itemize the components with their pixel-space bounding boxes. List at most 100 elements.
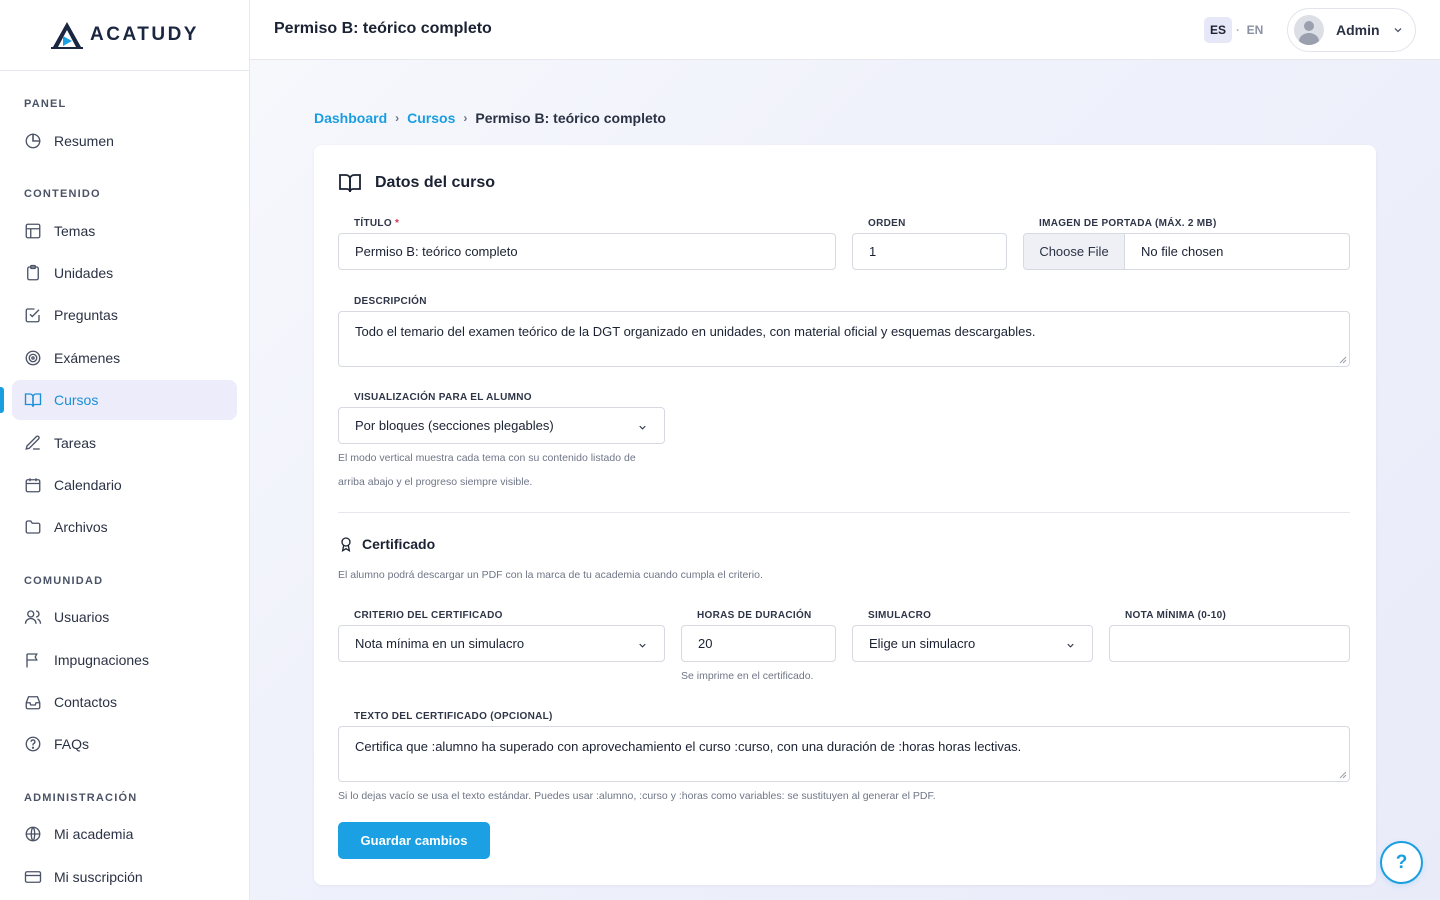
visualizacion-help-line2: arriba abajo y el progreso siempre visib… <box>338 476 533 488</box>
main-content: Dashboard › Cursos › Permiso B: teórico … <box>250 60 1440 900</box>
titulo-label-text: TÍTULO <box>354 218 392 229</box>
simulacro-label: SIMULACRO <box>868 610 932 621</box>
sidebar-item-preguntas[interactable]: Preguntas <box>12 295 237 335</box>
sidebar-item-usuarios[interactable]: Usuarios <box>12 597 237 637</box>
lang-separator: · <box>1236 23 1240 37</box>
page-title: Permiso B: teórico completo <box>274 20 492 37</box>
breadcrumb: Dashboard › Cursos › Permiso B: teórico … <box>314 110 666 126</box>
lang-es-button[interactable]: ES <box>1204 17 1232 43</box>
brand-logo[interactable]: ACATUDY <box>0 0 249 71</box>
orden-value: 1 <box>869 244 877 259</box>
titulo-label: TÍTULO * <box>354 218 399 229</box>
card-title: Datos del curso <box>375 174 496 191</box>
sidebar-item-tareas[interactable]: Tareas <box>12 423 237 463</box>
breadcrumb-dashboard-link[interactable]: Dashboard <box>314 110 387 126</box>
sidebar-item-label: Usuarios <box>54 609 110 625</box>
topbar: Permiso B: teórico completo ES · EN Admi… <box>250 0 1440 60</box>
acatudy-logo-icon <box>51 22 83 49</box>
simulacro-select[interactable]: Elige un simulacro <box>852 625 1093 662</box>
orden-label: ORDEN <box>868 218 906 229</box>
breadcrumb-separator: › <box>463 111 468 125</box>
certificado-description: El alumno podrá descargar un PDF con la … <box>338 569 763 581</box>
texto-certificado-value: Certifica que :alumno ha superado con ap… <box>355 739 1022 754</box>
sidebar-item-mi-suscripcion[interactable]: Mi suscripción <box>12 857 237 897</box>
sidebar-item-faqs[interactable]: FAQs <box>12 724 237 764</box>
clipboard-icon <box>27 264 39 281</box>
nota-input[interactable] <box>1109 625 1350 662</box>
horas-help: Se imprime en el certificado. <box>681 670 814 682</box>
choose-file-button[interactable]: Choose File <box>1024 234 1125 269</box>
visualizacion-label: VISUALIZACIÓN PARA EL ALUMNO <box>354 392 532 403</box>
checkbox-icon <box>25 308 40 323</box>
sidebar-item-archivos[interactable]: Archivos <box>12 507 237 547</box>
save-button[interactable]: Guardar cambios <box>338 822 490 859</box>
descripcion-value: Todo el temario del examen teórico de la… <box>355 324 1036 339</box>
chevron-down-icon <box>639 425 646 430</box>
help-button[interactable]: ? <box>1380 841 1423 884</box>
orden-input[interactable]: 1 <box>852 233 1007 270</box>
sidebar-item-label: FAQs <box>54 736 90 752</box>
sidebar-item-examenes[interactable]: Exámenes <box>12 338 237 378</box>
open-book-icon <box>24 393 42 407</box>
calendar-icon <box>25 478 41 493</box>
texto-certificado-textarea[interactable]: Certifica que :alumno ha superado con ap… <box>338 726 1350 782</box>
folder-icon <box>25 520 41 534</box>
globe-icon <box>25 826 41 842</box>
nav-section-comunidad: COMUNIDAD <box>24 575 104 587</box>
descripcion-label: DESCRIPCIÓN <box>354 296 427 307</box>
nota-label: NOTA MÍNIMA (0-10) <box>1125 610 1227 621</box>
sidebar-item-unidades[interactable]: Unidades <box>12 253 237 293</box>
sidebar-item-calendario[interactable]: Calendario <box>12 465 237 505</box>
visualizacion-select[interactable]: Por bloques (secciones plegables) <box>338 407 665 444</box>
sidebar-item-label: Unidades <box>54 265 114 281</box>
breadcrumb-current: Permiso B: teórico completo <box>475 110 666 126</box>
sidebar-item-label: Preguntas <box>54 307 118 323</box>
visualizacion-value: Por bloques (secciones plegables) <box>355 418 554 433</box>
horas-input[interactable]: 20 <box>681 625 836 662</box>
card-header: Datos del curso <box>338 171 495 195</box>
sidebar-item-label: Calendario <box>54 477 122 493</box>
sidebar-item-cursos[interactable]: Cursos <box>12 380 237 420</box>
sidebar-item-label: Resumen <box>54 133 114 149</box>
sidebar-item-impugnaciones[interactable]: Impugnaciones <box>12 640 237 680</box>
sidebar-item-mi-academia[interactable]: Mi academia <box>12 814 237 854</box>
course-form-card: Datos del curso TÍTULO * Permiso B: teór… <box>314 145 1376 885</box>
texto-certificado-label: TEXTO DEL CERTIFICADO (OPCIONAL) <box>354 711 553 722</box>
required-mark: * <box>395 218 400 229</box>
chevron-down-icon <box>1394 28 1402 33</box>
lang-en-button[interactable]: EN <box>1244 17 1266 43</box>
flag-icon <box>26 653 38 668</box>
sidebar-item-label: Contactos <box>54 694 118 710</box>
users-icon <box>24 610 42 624</box>
target-icon <box>25 350 41 366</box>
certificado-title: Certificado <box>362 536 436 552</box>
sidebar-item-label: Archivos <box>54 519 108 535</box>
file-status: No file chosen <box>1141 244 1224 259</box>
breadcrumb-cursos-link[interactable]: Cursos <box>407 110 455 126</box>
user-name: Admin <box>1336 22 1380 38</box>
active-indicator <box>0 387 4 413</box>
sidebar-item-contactos[interactable]: Contactos <box>12 682 237 722</box>
sidebar-item-label: Impugnaciones <box>54 652 149 668</box>
pie-chart-icon <box>25 133 41 149</box>
resize-handle-icon[interactable] <box>1339 771 1347 779</box>
avatar <box>1294 15 1324 45</box>
titulo-input[interactable]: Permiso B: teórico completo <box>338 233 836 270</box>
user-menu-button[interactable]: Admin <box>1287 8 1416 52</box>
criterio-value: Nota mínima en un simulacro <box>355 636 525 651</box>
sidebar-item-temas[interactable]: Temas <box>12 211 237 251</box>
award-icon <box>341 537 351 553</box>
criterio-select[interactable]: Nota mínima en un simulacro <box>338 625 665 662</box>
sidebar-item-label: Mi suscripción <box>54 869 143 885</box>
sidebar-item-label: Tareas <box>54 435 97 451</box>
sidebar-item-resumen[interactable]: Resumen <box>12 121 237 161</box>
visualizacion-help-line1: El modo vertical muestra cada tema con s… <box>338 452 636 464</box>
imagen-file-input[interactable]: Choose File No file chosen <box>1023 233 1350 270</box>
sidebar-item-label: Temas <box>54 223 96 239</box>
certificado-header: Certificado <box>338 535 435 553</box>
descripcion-textarea[interactable]: Todo el temario del examen teórico de la… <box>338 311 1350 367</box>
chevron-down-icon <box>1067 643 1074 648</box>
resize-handle-icon[interactable] <box>1339 356 1347 364</box>
credit-card-icon <box>24 871 42 883</box>
sidebar-item-label: Mi academia <box>54 826 134 842</box>
